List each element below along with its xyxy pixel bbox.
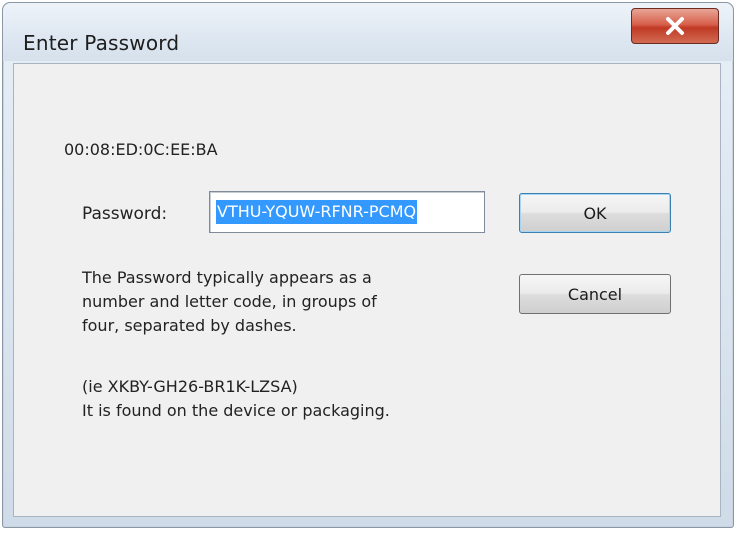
ok-button[interactable]: OK [519,193,671,233]
example-line: (ie XKBY-GH26-BR1K-LZSA) [82,377,298,396]
enter-password-dialog: Enter Password 00:08:ED:0C:EE:BA Passwor… [2,2,734,528]
password-label: Password: [82,204,168,224]
window-title: Enter Password [23,31,180,55]
mac-address: 00:08:ED:0C:EE:BA [64,140,218,159]
help-line: four, separated by dashes. [82,316,297,335]
dialog-body: 00:08:ED:0C:EE:BA Password: VTHU-YQUW-RF… [13,63,721,517]
password-input[interactable]: VTHU-YQUW-RFNR-PCMQ [209,191,485,233]
title-bar: Enter Password [3,3,733,61]
location-line: It is found on the device or packaging. [82,401,390,420]
close-button[interactable] [631,8,719,44]
help-line: number and letter code, in groups of [82,292,377,311]
password-example: (ie XKBY-GH26-BR1K-LZSA) It is found on … [82,375,502,423]
password-help-text: The Password typically appears as a numb… [82,266,482,338]
password-value: VTHU-YQUW-RFNR-PCMQ [216,200,418,224]
help-line: The Password typically appears as a [82,268,372,287]
close-icon [666,17,684,35]
cancel-button[interactable]: Cancel [519,274,671,314]
